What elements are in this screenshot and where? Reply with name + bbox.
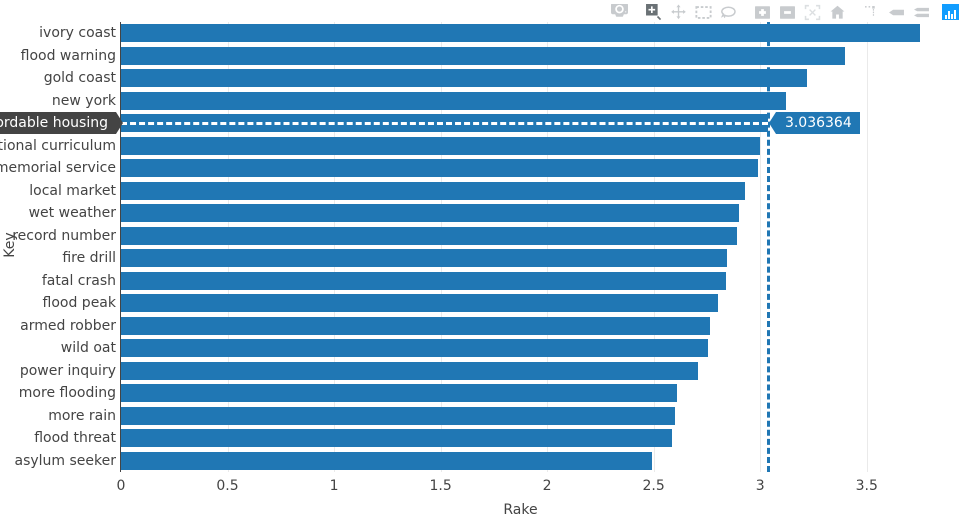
x-tick-label: 3 [755,478,765,494]
hover-value-text: 3.036364 [784,115,852,132]
hover-category-text: affordable housing [0,115,108,132]
x-gridline [547,22,548,472]
modebar-group-hover [859,1,934,23]
y-axis-line [120,22,121,472]
x-tick-label: 0 [116,478,126,494]
y-tick-label: flood warning [20,47,116,64]
x-gridline [441,22,442,472]
bar[interactable] [121,204,739,223]
y-tick-label: flood threat [34,430,116,447]
bar[interactable] [121,159,759,178]
y-tick-label: armed robber [20,317,116,334]
y-tick-label: memorial service [0,160,116,177]
bar[interactable] [121,294,718,313]
hover-closest-icon[interactable] [884,1,909,23]
bar[interactable] [121,339,708,358]
hover-category-label: affordable housing [0,112,123,135]
x-gridline [760,22,761,472]
modebar-group-zoom [750,1,850,23]
autoscale-icon[interactable] [800,1,825,23]
x-axis-line [121,472,920,473]
y-tick-label: power inquiry [19,362,116,379]
y-axis-title-text: Key [2,232,18,258]
x-tick-label: 0.5 [216,478,239,494]
y-tick-label: record number [12,227,116,244]
plotly-logo-bars [945,9,956,19]
bar[interactable] [121,91,786,110]
x-tick-label: 2 [542,478,552,494]
bar[interactable] [121,384,678,403]
bar[interactable] [121,429,672,448]
hover-value-label: 3.036364 [768,112,860,135]
x-tick-label: 1.5 [429,478,452,494]
bar[interactable] [121,316,711,335]
lasso-select-icon[interactable] [716,1,741,23]
y-tick-label: more rain [48,407,116,424]
y-tick-label: flood peak [42,295,116,312]
bar-chart[interactable]: ivory coast flood warning gold coast new yo… [0,0,965,518]
zoom-out-icon[interactable] [775,1,800,23]
bar[interactable] [121,271,727,290]
x-axis-title-text: Rake [503,502,538,518]
x-gridline [334,22,335,472]
x-axis-title: Rake [121,499,920,518]
y-tick-label: fatal crash [41,272,116,289]
y-tick-label: fire drill [62,250,116,267]
y-tick-label: asylum seeker [14,452,116,469]
x-gridline [654,22,655,472]
plotly-logo-icon[interactable] [942,4,959,20]
y-axis-title: Key [2,232,18,261]
horizontal-spike-line [121,122,768,126]
y-tick-label: more flooding [18,385,116,402]
bar[interactable] [121,24,920,43]
y-tick-label: ivory coast [39,25,116,42]
hover-compare-icon[interactable] [909,1,934,23]
plot-area[interactable] [121,22,920,472]
bar[interactable] [121,249,728,268]
vertical-spike-line [766,22,770,472]
bar[interactable] [121,181,746,200]
y-tick-label: wet weather [28,205,116,222]
bar[interactable] [121,226,737,245]
x-tick-label: 2.5 [642,478,665,494]
modebar-group-drag [641,1,741,23]
y-tick-label: new york [51,92,116,109]
bar[interactable] [121,451,652,470]
bar[interactable] [121,46,846,65]
modebar-group-download [607,1,632,23]
plotly-modebar[interactable] [607,0,961,24]
box-select-icon[interactable] [691,1,716,23]
bar[interactable] [121,406,675,425]
y-tick-label: national curriculum [0,137,116,154]
x-gridline [867,22,868,472]
reset-axes-icon[interactable] [825,1,850,23]
x-gridline [228,22,229,472]
bar[interactable] [121,69,808,88]
download-plot-icon[interactable] [607,1,632,23]
y-tick-label: gold coast [43,70,116,87]
y-tick-label: local market [29,182,116,199]
bar[interactable] [121,361,699,380]
x-tick-label: 1 [329,478,339,494]
x-tick-label: 3.5 [855,478,878,494]
y-tick-label: wild oat [60,340,116,357]
pan-icon[interactable] [666,1,691,23]
zoom-icon[interactable] [641,1,666,23]
toggle-spike-lines-icon[interactable] [859,1,884,23]
zoom-in-icon[interactable] [750,1,775,23]
bar[interactable] [121,136,761,155]
